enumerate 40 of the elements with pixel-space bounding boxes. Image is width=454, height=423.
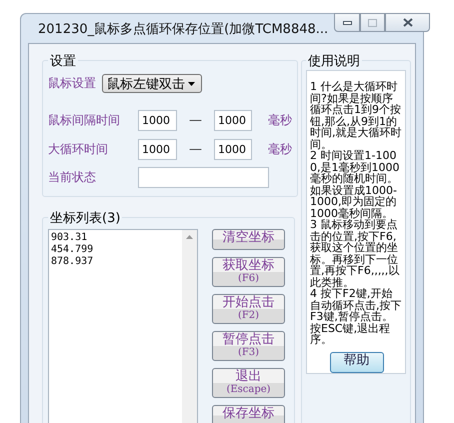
time-from-field[interactable]: 1000 bbox=[138, 110, 177, 131]
help-paragraph: 2 时间设置1-1000,是1毫秒到1000毫秒的随机时间。如果设置成1000-1000,即为固定的1000毫秒间隔。 bbox=[310, 150, 400, 219]
minimize-icon bbox=[342, 20, 352, 24]
window-title: 201230_鼠标多点循环保存位置(加微TCM8848... bbox=[38, 20, 328, 38]
unit-label: 毫秒 bbox=[268, 141, 292, 158]
action-button[interactable]: 退出 (Escape) bbox=[212, 368, 285, 398]
range-dash: — bbox=[189, 142, 202, 157]
coordinate-item[interactable]: 903.31 bbox=[51, 232, 88, 244]
field-label: 鼠标间隔时间 bbox=[48, 112, 121, 129]
action-button[interactable]: 获取坐标 (F6) bbox=[212, 257, 285, 287]
unit-label: 毫秒 bbox=[268, 112, 292, 129]
status-field[interactable] bbox=[138, 167, 269, 188]
close-icon bbox=[402, 18, 413, 27]
field-label: 当前状态 bbox=[48, 169, 97, 186]
help-paragraph: 1 什么是大循环时间?如果是按顺序循环点击1到9个按钮,那么,从9到1的时间,就是大循环时间。 bbox=[310, 81, 402, 150]
time-to-field[interactable]: 1000 bbox=[214, 139, 252, 160]
group-title: 设置 bbox=[50, 54, 76, 69]
time-to-field[interactable]: 1000 bbox=[214, 110, 252, 131]
coordinate-item[interactable]: 878.937 bbox=[51, 256, 94, 268]
mouse-action-dropdown[interactable]: 鼠标左键双击 bbox=[102, 74, 202, 93]
time-from-field[interactable]: 1000 bbox=[138, 139, 177, 160]
field-label: 鼠标设置 bbox=[48, 75, 96, 92]
action-button[interactable]: 清空坐标 bbox=[212, 229, 285, 250]
help-paragraph: 3 鼠标移动到要点击的位置,按下F6,获取这个位置的坐标。再移到下一位置,再按下F6,,,,,以此类推。 bbox=[310, 219, 400, 288]
maximize-icon bbox=[368, 18, 378, 26]
coordinate-listbox[interactable]: 903.31 454.799 878.937 bbox=[48, 229, 198, 423]
close-button[interactable] bbox=[385, 13, 430, 32]
action-button[interactable]: 开始点击 (F2) bbox=[212, 294, 285, 324]
dropdown-caret-icon bbox=[188, 82, 195, 86]
field-label: 大循环时间 bbox=[48, 141, 109, 158]
help-button[interactable]: 帮助 bbox=[330, 352, 384, 372]
action-button[interactable]: 暂停点击 (F3) bbox=[212, 331, 285, 361]
help-paragraph: 4 按下F2键,开始自动循环点击,按下F3键,暂停点击。按ESC键,退出程序。 bbox=[310, 288, 402, 346]
group-title: 坐标列表(3) bbox=[50, 211, 120, 226]
action-button[interactable]: 保存坐标 bbox=[212, 405, 285, 423]
minimize-button[interactable] bbox=[334, 13, 360, 32]
range-dash: — bbox=[189, 113, 202, 128]
coordinate-item[interactable]: 454.799 bbox=[51, 244, 94, 256]
scroll-up-icon bbox=[186, 235, 193, 239]
group-title: 使用说明 bbox=[308, 54, 360, 69]
